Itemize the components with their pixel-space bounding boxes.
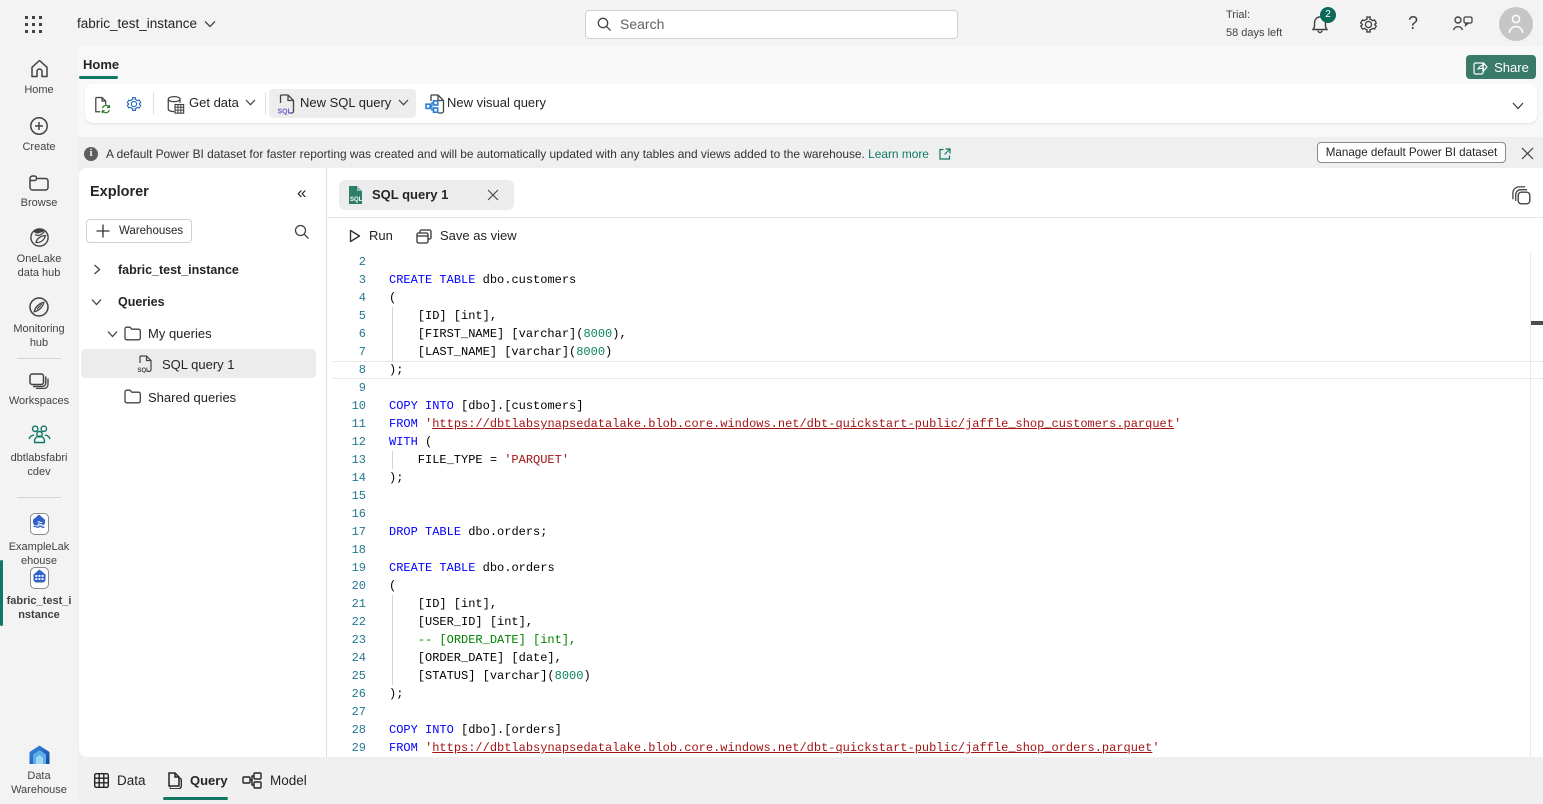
svg-text:SQL: SQL (278, 109, 293, 116)
svg-text:SQL: SQL (350, 197, 363, 203)
svg-text:SQL: SQL (138, 368, 151, 373)
